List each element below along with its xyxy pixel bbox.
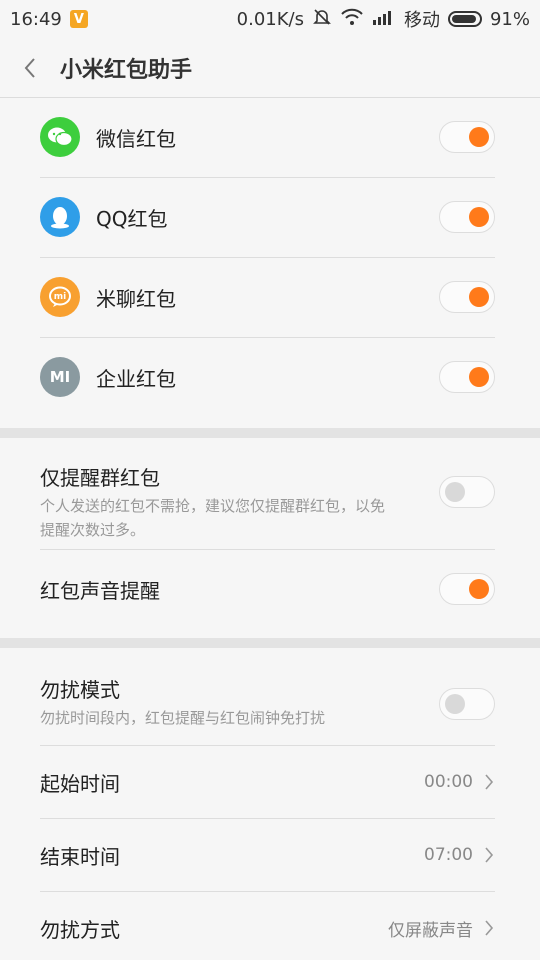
toggle-row-qq[interactable]: QQ红包 <box>40 197 495 237</box>
sound-toggle[interactable] <box>439 573 495 605</box>
toggle-knob <box>469 579 489 599</box>
toggle-label: 微信红包 <box>96 126 176 151</box>
network-speed: 0.01K/s <box>236 8 304 30</box>
v-badge-icon: V <box>69 10 88 28</box>
mi-enterprise-icon: MI <box>40 357 80 397</box>
status-right: 0.01K/s 移动 91% <box>237 6 530 32</box>
chevron-right-icon <box>485 920 494 936</box>
dnd-desc: 勿扰时间段内，红包提醒与红包闹钟免打扰 <box>40 709 326 727</box>
wechat-icon <box>40 117 80 157</box>
group-only-desc: 个人发送的红包不需抢，建议您仅提醒群红包，以免提醒次数过多。 <box>40 497 386 539</box>
toggle-label: 企业红包 <box>96 366 176 391</box>
status-bar: 16:49 V 0.01K/s 移动 91% <box>0 0 540 38</box>
battery-icon <box>447 11 482 27</box>
qq-toggle[interactable] <box>439 201 495 233</box>
start-time-value: 00:00 <box>424 772 473 792</box>
toggle-knob <box>469 207 489 227</box>
miliao-icon-text: mi <box>54 292 66 302</box>
group-only-toggle[interactable] <box>439 476 495 508</box>
divider <box>40 257 495 258</box>
divider <box>40 549 495 550</box>
status-time: 16:49 <box>10 8 62 30</box>
dnd-toggle[interactable] <box>439 688 495 720</box>
dnd-label: 勿扰模式 <box>40 678 120 702</box>
signal-icon <box>372 9 396 30</box>
wifi-icon <box>340 8 364 31</box>
end-time-value: 07:00 <box>424 845 473 865</box>
toggle-knob <box>469 127 489 147</box>
sound-label: 红包声音提醒 <box>40 578 160 603</box>
title-bar: 小米红包助手 <box>0 38 540 98</box>
start-time-label: 起始时间 <box>40 771 120 796</box>
dnd-method-value: 仅屏蔽声音 <box>388 920 473 941</box>
divider <box>40 337 495 338</box>
miliao-toggle[interactable] <box>439 281 495 313</box>
chevron-right-icon <box>485 774 494 790</box>
section-separator <box>0 428 540 438</box>
toggle-knob <box>445 694 465 714</box>
group-only-label: 仅提醒群红包 <box>40 466 160 490</box>
back-button[interactable] <box>0 38 60 98</box>
dnd-text: 勿扰模式 勿扰时间段内，红包提醒与红包闹钟免打扰 <box>40 674 439 730</box>
toggle-row-dnd[interactable]: 勿扰模式 勿扰时间段内，红包提醒与红包闹钟免打扰 <box>40 674 495 734</box>
battery-fill <box>451 15 476 23</box>
setting-row-start-time[interactable]: 起始时间 00:00 <box>40 762 495 802</box>
toggle-knob <box>469 287 489 307</box>
status-left: 16:49 V <box>10 9 88 30</box>
toggle-knob <box>469 367 489 387</box>
dnd-method-label: 勿扰方式 <box>40 917 120 942</box>
carrier-name: 移动 <box>403 10 440 31</box>
divider <box>40 177 495 178</box>
qq-icon <box>40 197 80 237</box>
divider <box>40 818 495 819</box>
toggle-row-wechat[interactable]: 微信红包 <box>40 117 495 157</box>
section-separator <box>0 638 540 648</box>
toggle-row-enterprise[interactable]: MI 企业红包 <box>40 357 495 397</box>
miliao-icon: mi <box>40 277 80 317</box>
end-time-label: 结束时间 <box>40 844 120 869</box>
mute-bell-icon <box>312 7 332 32</box>
battery-percent: 91% <box>489 8 530 30</box>
chevron-left-icon <box>24 57 35 78</box>
page-title: 小米红包助手 <box>60 57 193 83</box>
chevron-right-icon <box>485 847 494 863</box>
toggle-label: QQ红包 <box>96 206 168 231</box>
toggle-label: 米聊红包 <box>96 286 176 311</box>
toggle-row-group-only[interactable]: 仅提醒群红包 个人发送的红包不需抢，建议您仅提醒群红包，以免提醒次数过多。 <box>40 462 495 542</box>
wechat-toggle[interactable] <box>439 121 495 153</box>
setting-row-dnd-method[interactable]: 勿扰方式 仅屏蔽声音 <box>40 908 495 948</box>
mi-logo-text: MI <box>49 368 71 386</box>
setting-row-end-time[interactable]: 结束时间 07:00 <box>40 835 495 875</box>
toggle-row-miliao[interactable]: mi 米聊红包 <box>40 277 495 317</box>
group-only-text: 仅提醒群红包 个人发送的红包不需抢，建议您仅提醒群红包，以免提醒次数过多。 <box>40 462 439 542</box>
divider <box>40 891 495 892</box>
enterprise-toggle[interactable] <box>439 361 495 393</box>
divider <box>40 745 495 746</box>
toggle-knob <box>445 482 465 502</box>
toggle-row-sound[interactable]: 红包声音提醒 <box>40 569 495 609</box>
